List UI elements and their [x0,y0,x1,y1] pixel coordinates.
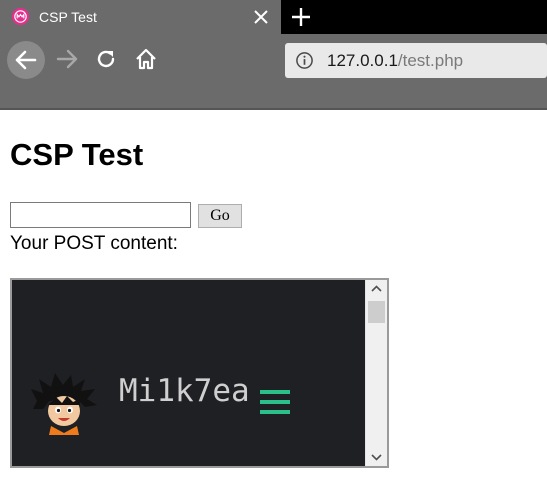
home-icon[interactable] [133,46,159,72]
chevron-up-icon[interactable] [366,280,387,299]
reload-icon[interactable] [93,46,119,72]
post-content-input[interactable] [10,202,191,228]
url-text[interactable]: 127.0.0.1/test.php [327,51,463,70]
go-button[interactable]: Go [198,204,242,228]
toolbar-divider [0,108,547,110]
tab-strip: CSP Test [0,0,547,34]
active-tab[interactable]: CSP Test [0,0,281,34]
chevron-down-icon[interactable] [366,447,387,466]
back-button[interactable] [7,41,45,79]
url-host: 127.0.0.1 [327,51,398,70]
hamburger-menu-icon[interactable] [260,388,290,416]
plus-icon[interactable] [288,4,314,30]
arrow-right-icon[interactable] [53,45,81,73]
address-bar[interactable]: 127.0.0.1/test.php [285,43,547,78]
brand-name: Mi1k7ea [119,373,250,409]
arrow-left-icon [15,50,37,70]
firefox-logo-icon [11,7,30,26]
url-path: /test.php [397,51,464,70]
scrollbar[interactable] [365,280,387,466]
post-content-label: Your POST content: [10,233,178,254]
scrollbar-thumb[interactable] [368,301,385,323]
navigation-toolbar: 127.0.0.1/test.php [0,34,547,109]
info-icon[interactable] [295,51,314,70]
cartoon-avatar-icon [31,373,97,435]
close-icon[interactable] [250,6,272,28]
page-title: CSP Test [10,137,144,172]
embedded-frame[interactable]: Mi1k7ea [10,278,389,468]
tab-title: CSP Test [39,9,97,25]
